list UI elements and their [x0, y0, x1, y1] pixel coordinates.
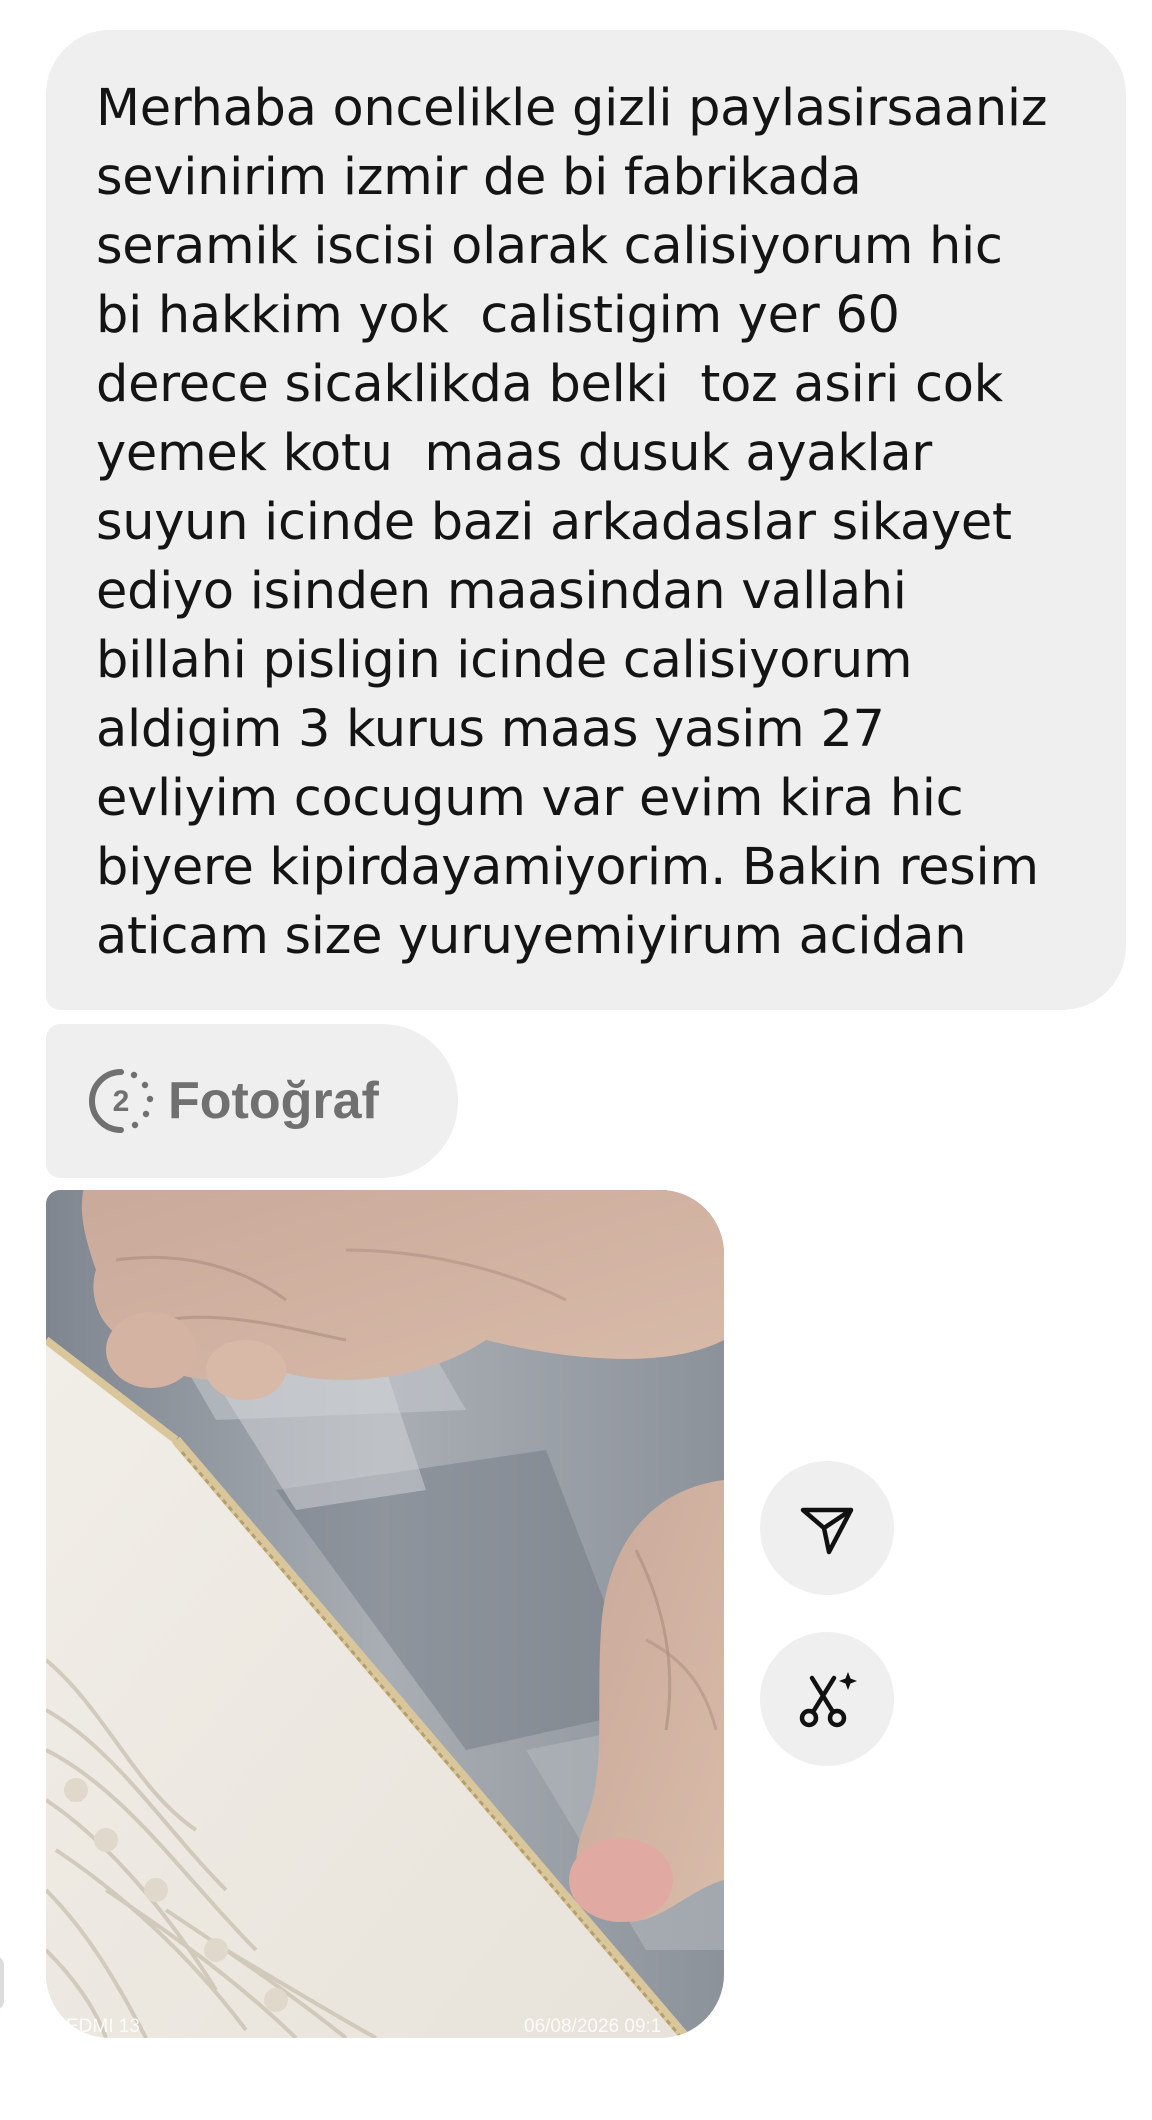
message-line: biyere kipirdayamiyorim. Bakin resim: [96, 838, 1039, 897]
message-line: Merhaba oncelikle gizli paylasirsaaniz: [96, 79, 1048, 138]
message-line: bi hakkim yok calistigim yer 60: [96, 286, 900, 345]
shared-photo[interactable]: EDMI 13 06/08/2026 09:1: [46, 1190, 724, 2038]
message-line: suyun icinde bazi arkadaslar sikayet: [96, 493, 1012, 552]
share-button[interactable]: [760, 1461, 894, 1595]
view-once-count: 2: [113, 1085, 130, 1118]
scroll-edge-indicator: [0, 1956, 4, 2010]
message-line: aticam size yuruyemiyirum acidan: [96, 907, 967, 966]
view-once-icon: 2: [89, 1069, 154, 1133]
message-line: seramik iscisi olarak calisiyorum hic: [96, 217, 1003, 276]
photo-image: [46, 1190, 724, 2038]
photo-watermark-device: EDMI 13: [66, 2016, 140, 2037]
message-line: sevinirim izmir de bi fabrikada: [96, 148, 862, 207]
message-bubble[interactable]: Merhaba oncelikle gizli paylasirsaaniz s…: [46, 30, 1126, 1010]
message-line: yemek kotu maas dusuk ayaklar: [96, 424, 932, 483]
message-thread: Merhaba oncelikle gizli paylasirsaaniz s…: [0, 0, 1152, 2120]
message-line: aldigim 3 kurus maas yasim 27: [96, 700, 885, 759]
message-line: billahi pisligin icinde calisiyorum: [96, 631, 913, 690]
scissors-sparkle-icon: [799, 1672, 857, 1728]
message-line: derece sicaklikda belki toz asiri cok: [96, 355, 1003, 414]
photo-chip-label: Fotoğraf: [168, 1072, 379, 1130]
cutout-button[interactable]: [760, 1632, 894, 1766]
view-once-photo-chip[interactable]: 2 Fotoğraf: [46, 1024, 458, 1178]
message-line: ediyo isinden maasindan vallahi: [96, 562, 907, 621]
photo-watermark-date: 06/08/2026 09:1: [524, 2016, 662, 2037]
message-line: evliyim cocugum var evim kira hic: [96, 769, 964, 828]
paper-plane-icon: [800, 1507, 854, 1555]
